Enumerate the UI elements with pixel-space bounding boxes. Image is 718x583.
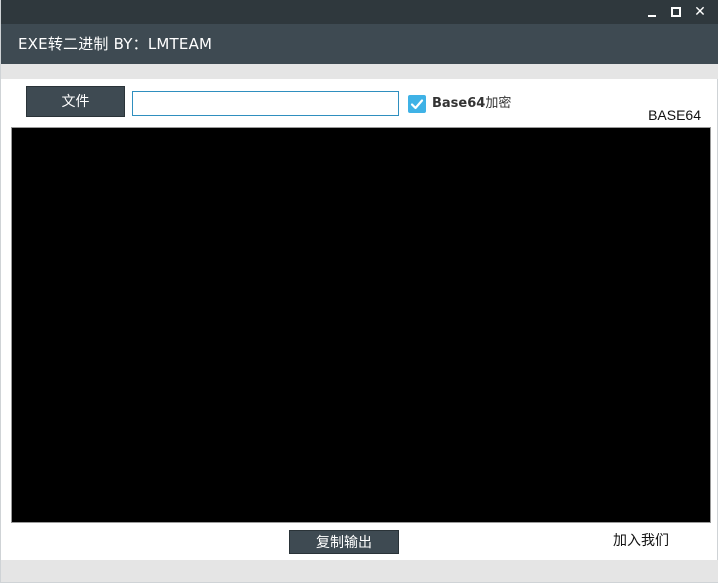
encoding-mode-label: BASE64 [648,107,701,123]
file-path-input[interactable] [132,91,399,116]
check-icon [410,99,424,110]
copy-output-button[interactable]: 复制输出 [289,530,399,554]
join-us-link[interactable]: 加入我们 [613,532,669,550]
base64-checkbox-label: Base64加密 [432,95,511,113]
output-textarea[interactable] [11,127,711,523]
app-window: ✕ EXE转二进制 BY：LMTEAM 文件 Base64加密 BASE64 复… [0,0,718,583]
bottom-status-strip [1,560,718,582]
base64-label-rest: 加密 [485,96,512,111]
minimize-icon[interactable] [644,4,660,20]
app-title: EXE转二进制 BY：LMTEAM [18,35,213,53]
base64-checkbox[interactable] [408,95,426,113]
base64-label-bold: Base64 [432,96,486,111]
maximize-icon[interactable] [668,4,684,20]
window-top-bar: ✕ [1,0,718,24]
top-divider-strip [1,64,718,79]
close-icon[interactable]: ✕ [692,4,708,20]
file-button[interactable]: 文件 [26,86,125,117]
title-bar: EXE转二进制 BY：LMTEAM [1,24,718,64]
